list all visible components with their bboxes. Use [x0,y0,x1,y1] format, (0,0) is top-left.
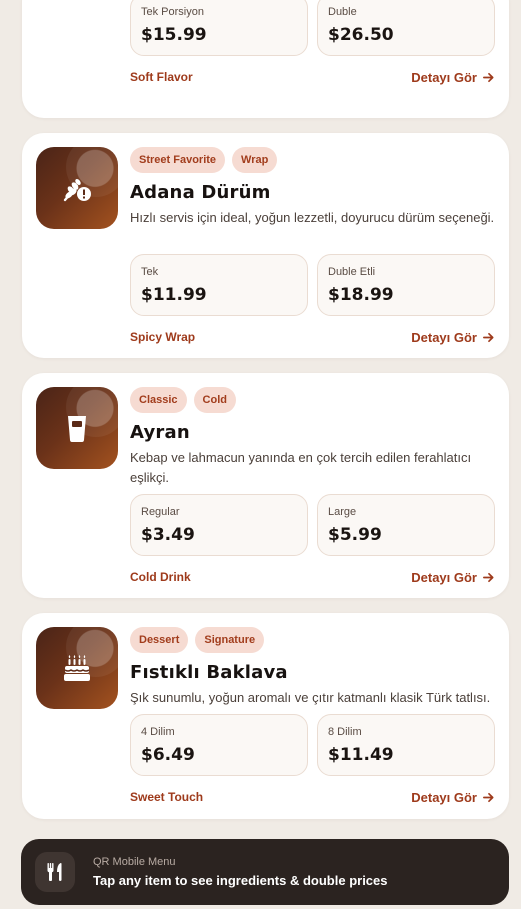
item-thumbnail [36,387,118,469]
price-label: 8 Dilim [328,726,362,738]
tag-badge: Classic [130,387,187,413]
price-option[interactable]: Regular $3.49 [130,494,308,556]
item-thumbnail [36,147,118,229]
detail-link[interactable]: Detayı Gör [411,330,495,345]
arrow-right-icon [483,572,494,582]
item-note: Spicy Wrap [130,330,196,344]
detail-link[interactable]: Detayı Gör [411,570,495,585]
drink-glass-icon [68,416,86,442]
price-option[interactable]: 4 Dilim $6.49 [130,714,308,776]
price-value: $5.99 [328,525,382,545]
utensils-icon [47,863,62,881]
item-note: Sweet Touch [130,790,204,804]
price-option[interactable]: Large $5.99 [317,494,495,556]
info-banner[interactable]: QR Mobile Menu Tap any item to see ingre… [21,839,509,905]
price-option[interactable]: Tek Porsiyon $15.99 [130,0,308,56]
menu-item-card[interactable]: Street Favorite Wrap Adana Dürüm Hızlı s… [22,133,509,358]
price-option[interactable]: Tek $11.99 [130,254,308,316]
banner-message: Tap any item to see ingredients & double… [93,873,388,888]
item-title: Fıstıklı Baklava [130,662,288,683]
arrow-right-icon [483,792,494,802]
price-value: $26.50 [328,25,394,45]
item-note: Soft Flavor [130,70,193,84]
detail-link-label: Detayı Gör [411,329,477,345]
wheat-allergen-icon [63,179,91,202]
banner-subtitle: QR Mobile Menu [93,856,176,868]
detail-link-label: Detayı Gör [411,569,477,585]
price-label: 4 Dilim [141,726,175,738]
detail-link[interactable]: Detayı Gör [411,790,495,805]
item-description: Kebap ve lahmacun yanında en çok tercih … [130,450,472,485]
item-title: Ayran [130,422,190,443]
menu-item-card[interactable]: Dessert Signature Fıstıklı Baklava Şık s… [22,613,509,819]
price-value: $11.99 [141,285,207,305]
detail-link-label: Detayı Gör [411,69,477,85]
item-note: Cold Drink [130,570,191,584]
price-label: Regular [141,506,180,518]
detail-link[interactable]: Detayı Gör [411,70,495,85]
price-label: Duble [328,6,357,18]
detail-link-label: Detayı Gör [411,789,477,805]
banner-icon-container [35,852,75,892]
menu-item-card[interactable]: Tek Porsiyon $15.99 Duble $26.50 Soft Fl… [22,0,509,118]
item-description: Hızlı servis için ideal, yoğun lezzetli,… [130,210,495,225]
tag-badge: Cold [193,387,236,413]
price-label: Tek Porsiyon [141,6,204,18]
price-option[interactable]: Duble $26.50 [317,0,495,56]
arrow-right-icon [483,332,494,342]
price-label: Large [328,506,357,518]
price-label: Tek [141,266,159,278]
tag-badge: Dessert [130,627,189,653]
item-thumbnail [36,627,118,709]
cake-icon [64,655,90,681]
arrow-right-icon [483,72,494,82]
price-option[interactable]: 8 Dilim $11.49 [317,714,495,776]
item-description: Şık sunumlu, yoğun aromalı ve çıtır katm… [130,690,491,705]
menu-page: Tek Porsiyon $15.99 Duble $26.50 Soft Fl… [0,0,521,909]
price-value: $11.49 [328,745,394,765]
item-title: Adana Dürüm [130,182,271,203]
tag-list: Classic Cold [130,387,495,413]
tag-badge: Signature [195,627,265,653]
tag-list: Dessert Signature [130,627,495,653]
price-value: $6.49 [141,745,195,765]
tag-badge: Wrap [232,147,278,173]
price-label: Duble Etli [328,266,376,278]
price-option[interactable]: Duble Etli $18.99 [317,254,495,316]
tag-badge: Street Favorite [130,147,226,173]
price-value: $15.99 [141,25,207,45]
price-value: $18.99 [328,285,394,305]
tag-list: Street Favorite Wrap [130,147,495,173]
menu-item-card[interactable]: Classic Cold Ayran Kebap ve lahmacun yan… [22,373,509,598]
price-value: $3.49 [141,525,195,545]
